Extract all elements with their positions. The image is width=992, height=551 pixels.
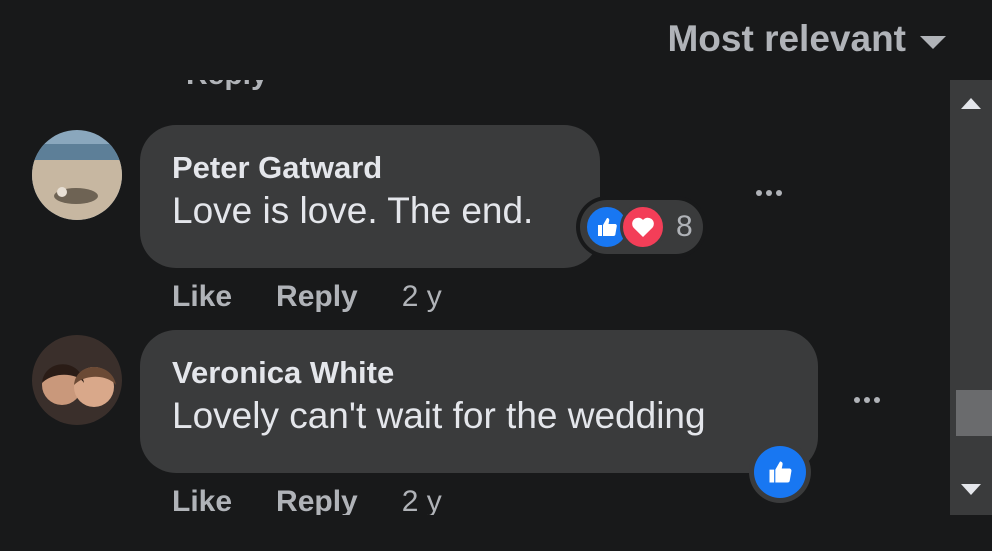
- timestamp[interactable]: 2 y: [402, 485, 442, 515]
- like-button[interactable]: Like: [172, 485, 232, 515]
- reply-button[interactable]: Reply: [276, 485, 358, 515]
- more-options-icon[interactable]: [756, 190, 782, 196]
- reply-button[interactable]: Reply: [276, 280, 358, 314]
- comment-text: Love is love. The end.: [172, 190, 534, 231]
- more-options-icon[interactable]: [854, 397, 880, 403]
- reaction-count: 8: [676, 210, 693, 243]
- like-button[interactable]: Like: [172, 280, 232, 314]
- sort-dropdown[interactable]: Most relevant: [667, 18, 946, 60]
- author-name[interactable]: Veronica White: [172, 354, 786, 392]
- reactions-summary[interactable]: 8: [580, 200, 703, 254]
- comment-text: Lovely can't wait for the wedding: [172, 395, 706, 436]
- timestamp[interactable]: 2 y: [402, 280, 442, 314]
- sort-label: Most relevant: [667, 18, 906, 59]
- caret-down-icon: [920, 35, 946, 49]
- like-icon[interactable]: [754, 446, 806, 498]
- previous-reply-link[interactable]: Reply: [186, 80, 268, 92]
- avatar-photo: [32, 130, 122, 220]
- scroll-up-icon[interactable]: [961, 98, 981, 109]
- author-name[interactable]: Peter Gatward: [172, 149, 568, 187]
- love-icon: [620, 204, 666, 250]
- scroll-down-icon[interactable]: [961, 484, 981, 495]
- comment-actions: Like Reply 2 y: [172, 485, 442, 515]
- avatar[interactable]: [32, 130, 122, 220]
- scrollbar-thumb[interactable]: [956, 390, 992, 436]
- avatar-photo: [32, 335, 122, 425]
- comment-bubble: Peter Gatward Love is love. The end.: [140, 125, 600, 268]
- avatar[interactable]: [32, 335, 122, 425]
- comment-actions: Like Reply 2 y: [172, 280, 442, 314]
- scrollbar[interactable]: [950, 80, 992, 515]
- comment-bubble: Veronica White Lovely can't wait for the…: [140, 330, 818, 473]
- comments-list[interactable]: Reply Peter Gatward Love is love. The en…: [0, 80, 948, 515]
